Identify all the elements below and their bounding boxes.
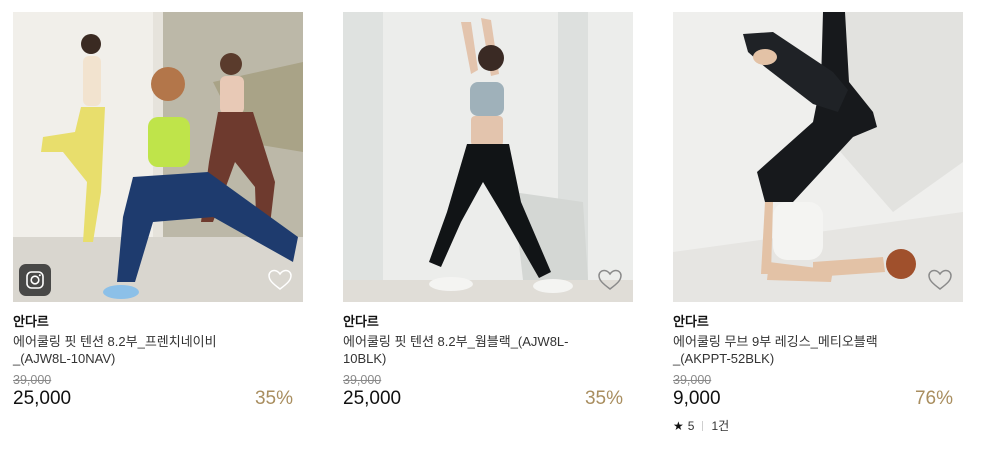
product-name[interactable]: 에어쿨링 핏 텐션 8.2부_프렌치네이비_(AJW8L-10NAV)	[13, 333, 263, 367]
product-card[interactable]: 안다르 에어쿨링 핏 텐션 8.2부_웜블랙_(AJW8L-10BLK) 39,…	[343, 12, 633, 411]
brand-name: 안다르	[673, 314, 709, 329]
product-image[interactable]	[673, 12, 963, 302]
original-price: 39,000	[343, 373, 382, 387]
product-image[interactable]	[343, 12, 633, 302]
product-photo	[13, 12, 303, 302]
heart-outline-icon[interactable]	[267, 268, 293, 292]
sale-price: 9,000	[673, 388, 721, 409]
product-image[interactable]	[13, 12, 303, 302]
review-count: 1건	[711, 419, 730, 433]
rating-summary[interactable]: ★ 5 1건	[673, 419, 963, 433]
discount-rate: 35%	[584, 388, 623, 409]
heart-outline-icon[interactable]	[597, 268, 623, 292]
rating-divider	[702, 421, 704, 431]
instagram-badge[interactable]	[19, 264, 51, 296]
original-price: 39,000	[13, 373, 52, 387]
product-name[interactable]: 에어쿨링 무브 9부 레깅스_메티오블랙_(AKPPT-52BLK)	[673, 333, 923, 367]
product-card[interactable]: 안다르 에어쿨링 무브 9부 레깅스_메티오블랙_(AKPPT-52BLK) 3…	[673, 12, 963, 433]
discount-rate: 76%	[914, 388, 953, 409]
instagram-icon	[26, 271, 44, 289]
product-photo	[343, 12, 633, 302]
sale-price: 25,000	[13, 388, 72, 409]
star-icon: ★	[673, 419, 684, 433]
original-price: 39,000	[673, 373, 712, 387]
product-name[interactable]: 에어쿨링 핏 텐션 8.2부_웜블랙_(AJW8L-10BLK)	[343, 333, 593, 367]
rating-value: 5	[687, 419, 695, 433]
discount-rate: 35%	[254, 388, 293, 409]
product-photo	[673, 12, 963, 302]
product-card[interactable]: 안다르 에어쿨링 핏 텐션 8.2부_프렌치네이비_(AJW8L-10NAV) …	[13, 12, 303, 411]
heart-outline-icon[interactable]	[927, 268, 953, 292]
brand-name: 안다르	[343, 314, 379, 329]
sale-price: 25,000	[343, 388, 402, 409]
brand-name: 안다르	[13, 314, 49, 329]
